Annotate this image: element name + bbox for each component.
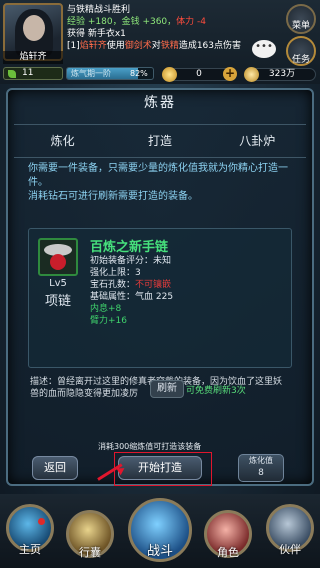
exp-stage-label: 炼气期一阶: [71, 69, 111, 78]
necklace-icon[interactable]: [38, 238, 78, 276]
item-stat-bonus: 内息+8: [90, 304, 122, 314]
item-stat: 初始装备评分：未知: [90, 256, 172, 266]
log-part: 造成163点伤害: [178, 41, 242, 51]
item-stat: 强化上限：3: [90, 268, 141, 278]
gem-label: 宝石孔数：: [90, 280, 136, 290]
item-level: Lv5: [49, 278, 67, 289]
item-type: 项链: [44, 294, 71, 309]
forge-tabs: 炼化 打造 八卦炉: [14, 124, 306, 158]
log-stamina-text: 体力 -4: [176, 17, 207, 27]
chat-bubble-icon[interactable]: •••: [252, 40, 276, 58]
log-part: 焰轩齐: [79, 41, 107, 51]
highlight-frame: [114, 452, 212, 486]
add-gold-button[interactable]: +: [223, 67, 237, 81]
nav-battle-label: 战斗: [146, 544, 173, 559]
tab-forge[interactable]: 打造: [115, 126, 205, 156]
forge-description: 你需要一件装备，只需要少量的炼化值我就为你精心打造一件。 消耗钻石可进行刷新需要…: [28, 163, 288, 202]
log-part: 铁精: [160, 41, 179, 51]
forge-cost-note: 消耗300缩炼值可打造该装备: [98, 442, 202, 451]
player-name: 焰轩齐: [3, 51, 63, 64]
log-reward-text: 经验 +180，金钱 +360，: [67, 17, 177, 27]
refine-value: 8: [258, 468, 264, 478]
gold-value: 0: [196, 69, 202, 79]
item-stat: 基础属性：气血 225: [90, 292, 174, 302]
nav-home-label: 主页: [19, 543, 41, 556]
menu-label: 菜单: [291, 21, 310, 31]
battle-log-line-1: 与铁精战斗胜利: [67, 5, 131, 15]
item-stat-bonus: 臂力+16: [90, 316, 127, 326]
free-refresh-count: 可免费刷新3次: [186, 386, 246, 396]
nav-bag-label: 行囊: [79, 546, 101, 559]
log-part: [1]: [67, 41, 80, 51]
log-part: 使用: [106, 41, 125, 51]
coin-icon: [244, 67, 259, 82]
notification-dot: [38, 518, 45, 525]
battle-log-line-2: 经验 +180，金钱 +360，体力 -4: [67, 16, 206, 28]
gold-ingot-icon: [162, 67, 177, 82]
item-name: 百炼之新手链: [90, 240, 169, 255]
refine-label: 炼化值: [249, 456, 273, 465]
item-stat-gems: 宝石孔数：不可镶嵌: [90, 280, 171, 291]
log-part: 御剑术: [124, 41, 152, 51]
tab-bagua-furnace[interactable]: 八卦炉: [212, 126, 302, 156]
leaf-icon: [8, 70, 16, 78]
silver-value: 323万: [268, 69, 296, 79]
battle-log-line-4: [1]焰轩齐使用御剑术对铁精造成163点伤害: [67, 40, 241, 52]
back-button[interactable]: 返回: [32, 456, 78, 480]
task-label: 任务: [291, 55, 310, 65]
gem-value: 不可镶嵌: [135, 280, 172, 290]
level-badge: 11: [3, 67, 63, 80]
level-value: 11: [22, 68, 34, 78]
avatar-face: [23, 15, 45, 41]
refine-value-box: 炼化值 8: [238, 454, 284, 482]
tab-refine[interactable]: 炼化: [18, 126, 108, 156]
nav-character-label: 角色: [217, 546, 239, 559]
mask-shape: [50, 254, 66, 270]
gold-counter: 0 +: [162, 67, 237, 82]
battle-log-line-3: 获得 新手衣x1: [67, 29, 126, 39]
log-part: 对: [151, 41, 161, 51]
panel-title: 炼器: [144, 95, 176, 111]
exp-percent: 82%: [130, 69, 148, 78]
nav-companion-label: 伙伴: [279, 543, 301, 556]
refresh-button[interactable]: 刷新: [150, 380, 184, 398]
silver-counter: 323万: [244, 67, 316, 82]
